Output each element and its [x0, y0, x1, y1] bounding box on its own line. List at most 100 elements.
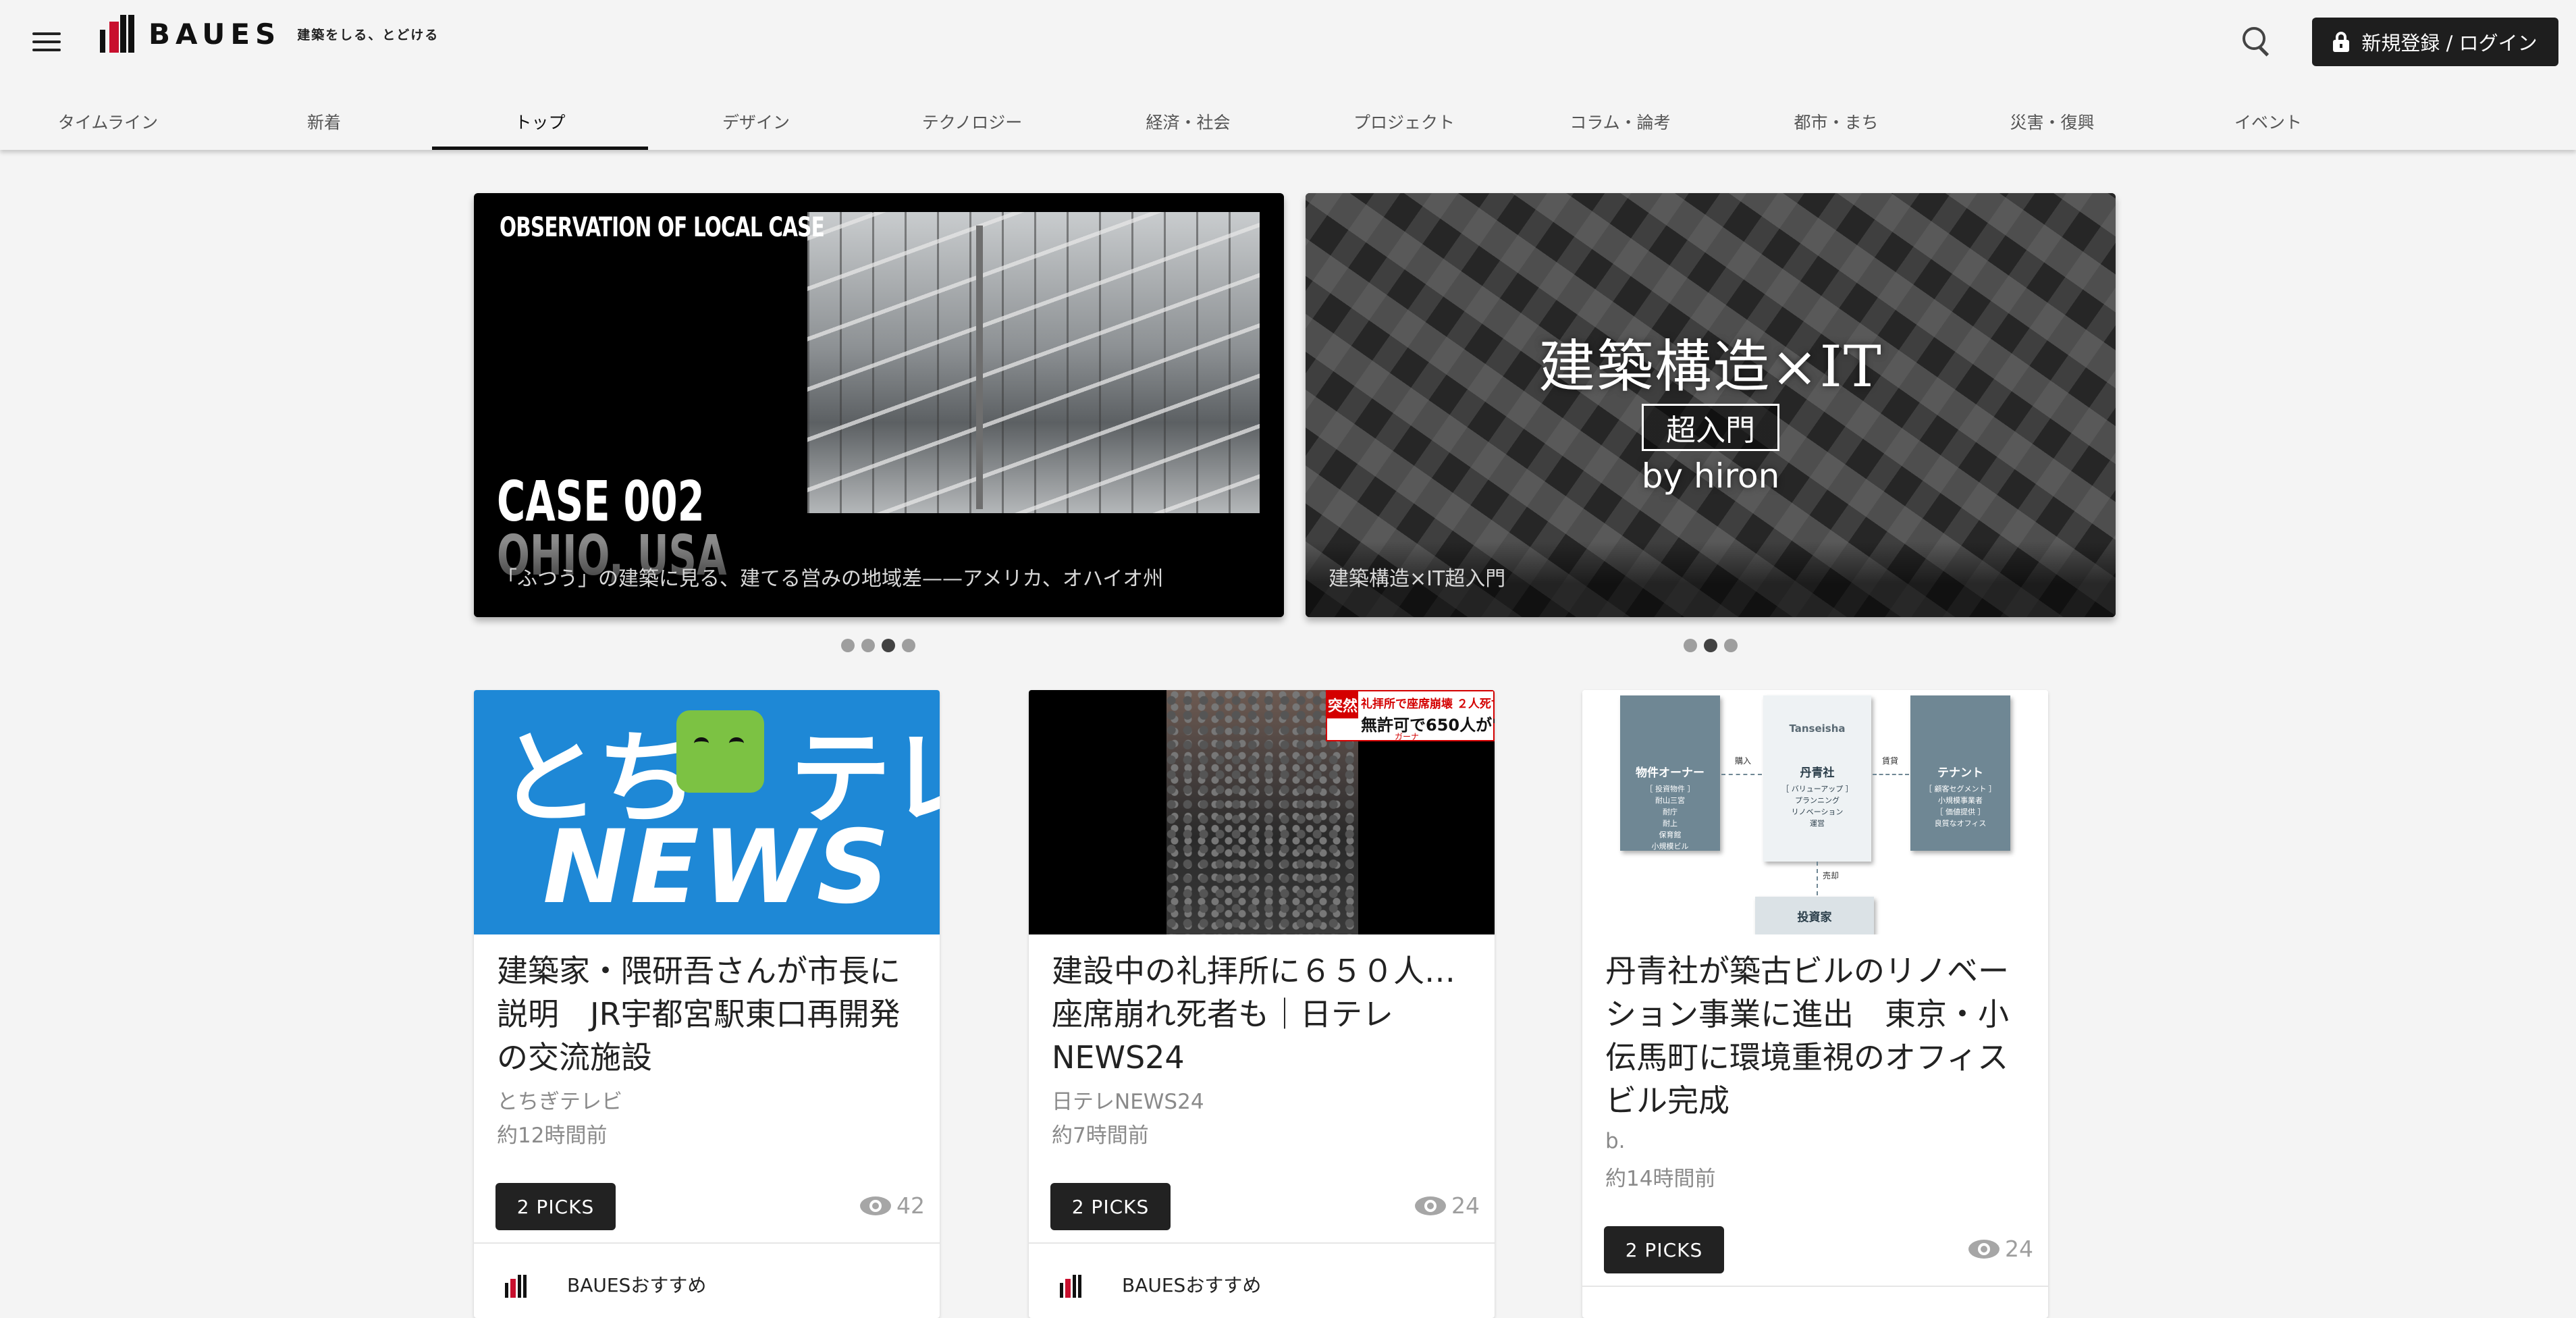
- view-count: 24: [1968, 1236, 2033, 1262]
- diagram-arrow-label: 購入: [1735, 756, 1752, 766]
- carousel-dots-left: [841, 639, 915, 652]
- view-count-value: 42: [896, 1192, 925, 1219]
- category-tabs: タイムライン 新着 トップ デザイン テクノロジー 経済・社会 プロジェクト コ…: [0, 93, 2576, 150]
- tab-new[interactable]: 新着: [216, 93, 432, 150]
- author-row[interactable]: BAUESおすすめ: [1052, 1264, 1261, 1304]
- picks-button[interactable]: 2 PICKS: [495, 1183, 616, 1230]
- author-name: BAUESおすすめ: [567, 1274, 707, 1296]
- diagram-arrow-label: 売却: [1823, 871, 1840, 880]
- diagram-box-text: ［ 顧客セグメント ］ 小規模事業者 ［ 価値提供 ］ 良質なオフィス: [1925, 785, 1996, 828]
- eye-icon: [1968, 1239, 2000, 1259]
- diagram-arrow: [1817, 862, 1818, 895]
- tab-label: デザイン: [722, 113, 790, 132]
- carousel-dot-active[interactable]: [1704, 639, 1717, 652]
- tab-label: タイムライン: [57, 113, 159, 132]
- carousel-dot[interactable]: [1684, 639, 1697, 652]
- author-avatar-icon: [497, 1264, 547, 1304]
- carousel-dot-active[interactable]: [882, 639, 895, 652]
- site-logo[interactable]: BAUES 建築をしる、とどける: [100, 15, 439, 53]
- tab-top[interactable]: トップ: [432, 93, 648, 150]
- author-row[interactable]: BAUESおすすめ: [497, 1264, 706, 1304]
- carousel-dot[interactable]: [902, 639, 915, 652]
- tab-label: コラム・論考: [1569, 113, 1671, 132]
- signup-login-label: 新規登録 / ログイン: [2361, 32, 2538, 55]
- diagram-box-tenant: テナント ［ 顧客セグメント ］ 小規模事業者 ［ 価値提供 ］ 良質なオフィス: [1910, 695, 2010, 851]
- view-count: 24: [1415, 1192, 1480, 1219]
- tab-economy-society[interactable]: 経済・社会: [1080, 93, 1296, 150]
- tab-label: テクノロジー: [921, 113, 1023, 132]
- tab-disaster[interactable]: 災害・復興: [1944, 93, 2160, 150]
- tab-label: 都市・まち: [1794, 113, 1879, 132]
- thumbnail-news-text: NEWS: [543, 809, 892, 926]
- lock-icon: [2333, 32, 2350, 52]
- article-card: 物件オーナー ［ 投資物件 ］ 耐山三宮 耐庁 耐上 保育館 小規模ビル 購入 …: [1582, 690, 2048, 1318]
- diagram-arrow: [1873, 774, 1909, 775]
- eye-icon: [860, 1196, 891, 1215]
- ticker-line: 礼拝所で座席崩壊 ２人死亡: [1361, 697, 1495, 711]
- picks-button[interactable]: 2 PICKS: [1050, 1183, 1171, 1230]
- banner-overlay-box: 超入門: [1642, 404, 1779, 451]
- article-source: b.: [1605, 1129, 1626, 1153]
- banner-caption: 建築構造×IT超入門: [1306, 542, 2116, 617]
- view-count-value: 24: [1451, 1192, 1480, 1219]
- banner-caption-text: 建築構造×IT超入門: [1329, 567, 1506, 591]
- view-count-value: 24: [2005, 1236, 2033, 1262]
- hamburger-menu-icon[interactable]: [32, 30, 62, 53]
- featured-banner-ohio[interactable]: OBSERVATION OF LOCAL CASE CASE 002 OHIO,…: [474, 193, 1284, 617]
- tab-label: プロジェクト: [1353, 113, 1455, 132]
- card-divider: [474, 1242, 940, 1244]
- mascot-icon: [676, 710, 764, 793]
- ticker-badge: 突然: [1327, 691, 1358, 718]
- site-header: BAUES 建築をしる、とどける 新規登録 / ログイン タイムライン 新着 ト…: [0, 0, 2576, 150]
- banner-overlay-byline: by hiron: [1641, 456, 1780, 496]
- picks-button[interactable]: 2 PICKS: [1604, 1226, 1724, 1273]
- tab-project[interactable]: プロジェクト: [1296, 93, 1512, 150]
- author-name: BAUESおすすめ: [1122, 1274, 1262, 1296]
- tab-design[interactable]: デザイン: [648, 93, 864, 150]
- article-card: とち テレ NEWS 建築家・隈研吾さんが市長に説明 JR宇都宮駅東口再開発の交流…: [474, 690, 940, 1318]
- tab-label: イベント: [2234, 113, 2302, 132]
- article-title[interactable]: 建築家・隈研吾さんが市長に説明 JR宇都宮駅東口再開発の交流施設: [497, 949, 922, 1079]
- diagram-logo-text: Tanseisha: [1789, 722, 1846, 735]
- article-time: 約12時間前: [497, 1124, 608, 1148]
- carousel-dot[interactable]: [861, 639, 875, 652]
- diagram-box-text: ［ 投資物件 ］ 耐山三宮 耐庁 耐上 保育館 小規模ビル: [1645, 785, 1695, 851]
- article-time: 約7時間前: [1052, 1124, 1149, 1148]
- article-source: 日テレNEWS24: [1052, 1090, 1204, 1114]
- carousel-dots-right: [1684, 639, 1738, 652]
- article-title[interactable]: 丹青社が築古ビルのリノベーション事業に進出 東京・小伝馬町に環境重視のオフィスビ…: [1605, 949, 2031, 1122]
- author-avatar-icon: [1052, 1264, 1102, 1304]
- tab-label: 経済・社会: [1146, 113, 1231, 132]
- card-divider: [1029, 1242, 1495, 1244]
- article-thumbnail[interactable]: とち テレ NEWS: [474, 690, 940, 934]
- tab-city[interactable]: 都市・まち: [1728, 93, 1944, 150]
- tab-technology[interactable]: テクノロジー: [864, 93, 1080, 150]
- carousel-dot[interactable]: [841, 639, 855, 652]
- article-thumbnail[interactable]: 突然 礼拝所で座席崩壊 ２人死亡 無許可で650人が"密集" ガーナ: [1029, 690, 1495, 934]
- featured-banner-structure-it[interactable]: 建築構造×IT 超入門 by hiron 建築構造×IT超入門: [1306, 193, 2116, 617]
- diagram-box-title: テナント: [1937, 766, 1983, 780]
- article-thumbnail[interactable]: 物件オーナー ［ 投資物件 ］ 耐山三宮 耐庁 耐上 保育館 小規模ビル 購入 …: [1582, 690, 2048, 934]
- tab-column[interactable]: コラム・論考: [1512, 93, 1728, 150]
- signup-login-button[interactable]: 新規登録 / ログイン: [2312, 18, 2558, 66]
- eye-icon: [1415, 1196, 1446, 1215]
- tab-timeline[interactable]: タイムライン: [0, 93, 216, 150]
- logo-text: BAUES: [149, 17, 281, 51]
- warehouse-roof-photo: [807, 212, 1260, 513]
- ticker-line: 無許可で650人が"密集": [1361, 716, 1495, 735]
- baues-logo-mark-icon: [100, 15, 139, 53]
- carousel-dot[interactable]: [1724, 639, 1738, 652]
- diagram-box-owner: 物件オーナー ［ 投資物件 ］ 耐山三宮 耐庁 耐上 保育館 小規模ビル: [1620, 695, 1720, 851]
- diagram-box-tanseisha: Tanseisha 丹青社 ［ バリューアップ ］ プランニング リノベーション…: [1763, 695, 1871, 862]
- card-divider: [1582, 1286, 2048, 1287]
- diagram-box-title: 物件オーナー: [1636, 766, 1705, 780]
- tab-label: 災害・復興: [2010, 113, 2095, 132]
- logo-tagline: 建築をしる、とどける: [297, 27, 439, 43]
- article-card: 突然 礼拝所で座席崩壊 ２人死亡 無許可で650人が"密集" ガーナ 建設中の礼…: [1029, 690, 1495, 1318]
- article-title[interactable]: 建設中の礼拝所に６５０人…座席崩れ死者も｜日テレNEWS24: [1052, 949, 1477, 1079]
- tab-event[interactable]: イベント: [2160, 93, 2376, 150]
- banner-overlay-title: 建築構造×IT: [1538, 334, 1883, 400]
- search-icon[interactable]: [2241, 26, 2272, 57]
- tab-label: 新着: [306, 113, 341, 132]
- article-source: とちぎテレビ: [497, 1090, 622, 1114]
